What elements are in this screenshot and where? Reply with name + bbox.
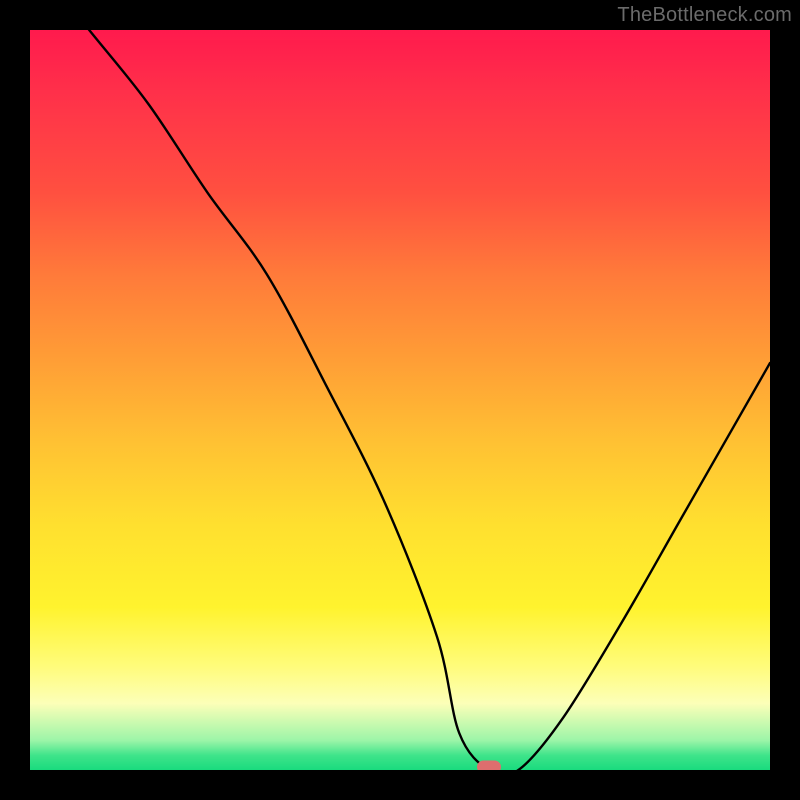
plot-area xyxy=(30,30,770,770)
optimum-marker xyxy=(477,761,501,770)
watermark-text: TheBottleneck.com xyxy=(617,4,792,27)
bottleneck-curve xyxy=(30,30,770,770)
chart-frame: TheBottleneck.com xyxy=(0,0,800,800)
